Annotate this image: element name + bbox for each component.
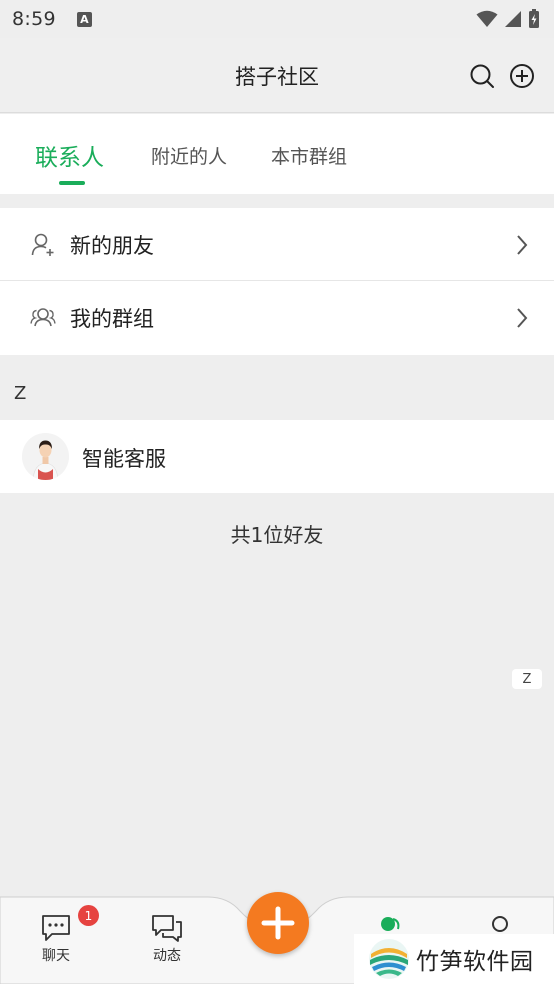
menu-item-label: 新的朋友 xyxy=(70,234,154,258)
plus-circle-icon[interactable] xyxy=(509,63,535,89)
tab-city-groups[interactable]: 本市群组 xyxy=(271,142,347,169)
tabs-bar: 联系人 附近的人 本市群组 xyxy=(0,114,554,194)
menu-item-label: 我的群组 xyxy=(70,307,154,331)
index-bar-letter[interactable]: Z xyxy=(512,669,542,689)
feed-bubbles-icon xyxy=(152,915,182,942)
menu-list: 新的朋友 我的群组 xyxy=(0,208,554,355)
nav-item-chat[interactable]: 聊天 xyxy=(26,913,86,965)
status-indicators xyxy=(476,9,540,29)
search-icon[interactable] xyxy=(469,63,495,89)
nav-label: 动态 xyxy=(153,948,181,964)
contact-row[interactable]: 智能客服 xyxy=(0,420,554,493)
chevron-right-icon xyxy=(517,235,528,255)
chat-bubble-icon xyxy=(42,915,70,941)
add-person-icon xyxy=(31,233,54,256)
notification-a-icon: A xyxy=(76,11,92,27)
nav-label: 聊天 xyxy=(42,948,70,964)
app-header: 搭子社区 xyxy=(0,38,554,113)
wifi-icon xyxy=(476,10,498,27)
plus-icon xyxy=(261,906,295,940)
customer-service-avatar xyxy=(22,433,69,480)
menu-item-my-groups[interactable]: 我的群组 xyxy=(0,281,554,355)
status-time: 8:59 xyxy=(12,8,56,30)
signal-icon xyxy=(505,11,521,27)
tab-contacts[interactable]: 联系人 xyxy=(35,138,104,172)
contact-name: 智能客服 xyxy=(82,447,166,471)
section-header-letter: Z xyxy=(14,383,27,404)
battery-icon xyxy=(529,9,539,28)
status-bar: 8:59 A xyxy=(0,0,554,38)
tab-nearby[interactable]: 附近的人 xyxy=(151,142,227,169)
group-icon xyxy=(30,308,56,327)
create-post-button[interactable] xyxy=(247,892,309,954)
watermark: 竹笋软件园 xyxy=(354,934,554,984)
unread-badge: 1 xyxy=(78,905,99,926)
nav-item-feed[interactable]: 动态 xyxy=(137,913,197,965)
friend-count: 共1位好友 xyxy=(230,523,324,547)
active-tab-indicator xyxy=(59,181,85,185)
menu-item-new-friends[interactable]: 新的朋友 xyxy=(0,208,554,281)
bamboo-logo-icon xyxy=(369,939,409,979)
chevron-right-icon xyxy=(517,308,528,328)
watermark-text: 竹笋软件园 xyxy=(416,949,534,975)
screen: 8:59 A 搭子社区 联系人 附近的人 本市群组 新的朋友 我的群组 Z 智能… xyxy=(0,0,554,984)
